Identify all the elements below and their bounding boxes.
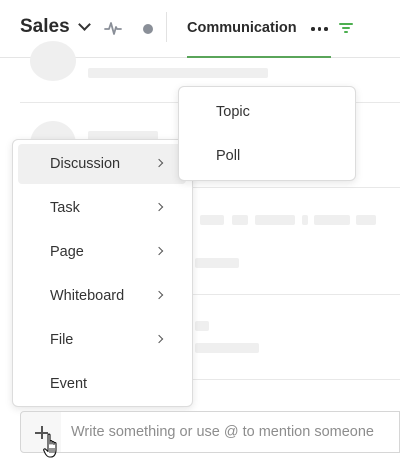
menu-item-file[interactable]: File [18, 320, 186, 360]
menu-item-label: Task [50, 200, 80, 216]
hand-cursor-icon [43, 433, 57, 458]
more-icon[interactable] [311, 27, 328, 31]
team-name: Sales [20, 16, 70, 37]
skeleton-line [255, 215, 295, 225]
tab-active-indicator [187, 56, 331, 58]
status-dot-icon[interactable] [143, 24, 153, 34]
menu-item-label: Whiteboard [50, 288, 125, 304]
chevron-down-icon [77, 18, 91, 31]
menu-item-event[interactable]: Event [18, 364, 186, 404]
menu-item-whiteboard[interactable]: Whiteboard [18, 276, 186, 316]
skeleton-line [356, 215, 376, 225]
menu-item-page[interactable]: Page [18, 232, 186, 272]
header-divider [166, 12, 167, 42]
submenu-item-label: Topic [216, 104, 250, 120]
submenu-item-poll[interactable]: Poll [179, 136, 355, 176]
skeleton-line [232, 215, 248, 225]
skeleton-avatar [30, 41, 76, 81]
skeleton-line [195, 343, 259, 353]
chevron-right-icon [154, 334, 164, 344]
chevron-right-icon [154, 202, 164, 212]
team-selector[interactable]: Sales [20, 16, 91, 38]
filter-icon[interactable] [339, 21, 353, 35]
menu-item-label: Discussion [50, 156, 121, 172]
menu-item-discussion[interactable]: Discussion [18, 144, 186, 184]
chevron-right-icon [154, 158, 164, 168]
message-composer[interactable] [61, 411, 400, 453]
discussion-submenu: Topic Poll [178, 86, 356, 181]
submenu-item-topic[interactable]: Topic [179, 92, 355, 132]
submenu-item-label: Poll [216, 148, 241, 164]
tab-label: Communication [187, 20, 297, 36]
skeleton-line [195, 321, 209, 331]
skeleton-line [314, 215, 350, 225]
skeleton-line [88, 68, 268, 78]
chevron-right-icon [154, 290, 164, 300]
skeleton-line [200, 215, 224, 225]
skeleton-line [195, 258, 239, 268]
chevron-right-icon [154, 246, 164, 256]
menu-item-label: Page [50, 244, 84, 260]
menu-item-label: Event [50, 376, 88, 392]
activity-icon[interactable] [104, 19, 122, 37]
tab-communication[interactable]: Communication [187, 0, 297, 58]
skeleton-line [302, 215, 308, 225]
menu-item-label: File [50, 332, 74, 348]
message-input[interactable] [61, 412, 399, 452]
menu-item-task[interactable]: Task [18, 188, 186, 228]
create-menu: Discussion Task Page Whiteboard File Eve… [12, 139, 193, 407]
